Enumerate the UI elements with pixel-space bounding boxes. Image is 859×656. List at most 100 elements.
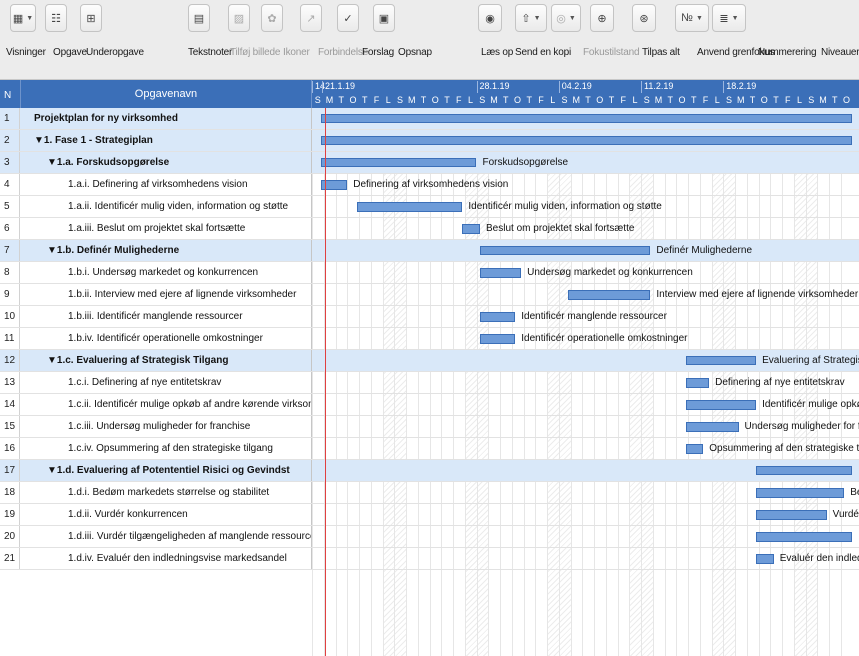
task-name[interactable]: 1.d.i. Bedøm markedets størrelse og stab… xyxy=(20,482,312,504)
connection-button[interactable]: ↗ xyxy=(300,4,322,32)
summary-task-row[interactable]: 17 ▼1.d. Evaluering af Potententiel Risic… xyxy=(0,460,859,482)
task-row[interactable]: 9 1.b.ii. Interview med ejere af lignende… xyxy=(0,284,859,306)
task-row[interactable]: 21 1.d.iv. Evaluér den indledningsvise ma… xyxy=(0,548,859,570)
task-bar[interactable] xyxy=(756,510,827,520)
task-row[interactable]: 11 1.b.iv. Identificér operationelle omko… xyxy=(0,328,859,350)
task-name[interactable]: 1.a.i. Definering af virksomhedens visio… xyxy=(20,174,312,196)
icons-button[interactable]: ✿ xyxy=(261,4,283,32)
task-name[interactable]: Projektplan for ny virksomhed xyxy=(20,108,312,130)
task-name[interactable]: 1.c.ii. Identificér mulige opkøb af andr… xyxy=(20,394,312,416)
day-label: T xyxy=(691,95,697,105)
task-bar[interactable] xyxy=(462,224,481,234)
summary-task-row[interactable]: 1 Projektplan for ny virksomhed xyxy=(0,108,859,130)
share-button[interactable]: ⇧ ▼ xyxy=(515,4,547,32)
day-label: L xyxy=(385,95,391,105)
task-name[interactable]: ▼1.d. Evaluering af Potententiel Risici … xyxy=(20,460,312,482)
fit-all-button[interactable]: ⊕ xyxy=(590,4,614,32)
row-number: 1 xyxy=(0,108,20,130)
row-number: 20 xyxy=(0,526,20,548)
task-row[interactable]: 5 1.a.ii. Identificér mulig viden, inform… xyxy=(0,196,859,218)
row-number: 15 xyxy=(0,416,20,438)
task-row[interactable]: 13 1.c.i. Definering af nye entitetskrav D… xyxy=(0,372,859,394)
row-number: 8 xyxy=(0,262,20,284)
task-row[interactable]: 20 1.d.iii. Vurdér tilgængeligheden af ma… xyxy=(0,526,859,548)
fit-all-icon-glyph: ⊕ xyxy=(597,12,607,25)
toolbar-label: Forbindelse xyxy=(318,47,369,58)
task-name[interactable]: 1.b.iii. Identificér manglende ressource… xyxy=(20,306,312,328)
summary-bar[interactable] xyxy=(480,246,651,255)
summary-bar[interactable] xyxy=(756,466,853,475)
speak-button[interactable]: ◉ xyxy=(478,4,502,32)
summary-bar[interactable] xyxy=(321,158,477,167)
day-label: L xyxy=(714,95,720,105)
task-bar[interactable] xyxy=(685,378,710,388)
day-label: L xyxy=(796,95,802,105)
task-name[interactable]: ▼1. Fase 1 - Strategiplan xyxy=(20,130,312,152)
task-row[interactable]: 6 1.a.iii. Beslut om projektet skal forts… xyxy=(0,218,859,240)
summary-task-row[interactable]: 2 ▼1. Fase 1 - Strategiplan xyxy=(0,130,859,152)
toolbar-label: Nummerering xyxy=(758,47,817,58)
task-row[interactable]: 14 1.c.ii. Identificér mulige opkøb af an… xyxy=(0,394,859,416)
today-line xyxy=(325,108,326,656)
task-row[interactable]: 18 1.d.i. Bedøm markedets størrelse og st… xyxy=(0,482,859,504)
toolbar-label: Tilføj billede xyxy=(230,47,281,58)
task-row[interactable]: 4 1.a.i. Definering af virksomhedens visi… xyxy=(0,174,859,196)
subtask-button[interactable]: ⊞ xyxy=(80,4,102,32)
task-bar[interactable] xyxy=(685,444,704,454)
task-name[interactable]: 1.d.iv. Evaluér den indledningsvise mark… xyxy=(20,548,312,570)
week-label: 04.2.19 xyxy=(558,81,592,93)
task-row[interactable]: 16 1.c.iv. Opsummering af den strategiske… xyxy=(0,438,859,460)
task-bar[interactable] xyxy=(480,312,516,322)
chevron-down-icon: ▼ xyxy=(731,14,739,22)
task-bar[interactable] xyxy=(685,422,739,432)
task-name[interactable]: ▼1.b. Definér Mulighederne xyxy=(20,240,312,262)
task-name[interactable]: 1.c.i. Definering af nye entitetskrav xyxy=(20,372,312,394)
image-button[interactable]: ▨ xyxy=(228,4,250,32)
task-name[interactable]: ▼1.a. Forskudsopgørelse xyxy=(20,152,312,174)
task-row[interactable]: 191.d.ii. Vurdér konkurrencen Vurdér k xyxy=(0,504,859,526)
task-name[interactable]: 1.a.iii. Beslut om projektet skal fortsæ… xyxy=(20,218,312,240)
task-name[interactable]: 1.c.iii. Undersøg muligheder for franchi… xyxy=(20,416,312,438)
task-bar[interactable] xyxy=(480,334,516,344)
summary-bar[interactable] xyxy=(685,356,757,365)
focus-button[interactable]: ◎ ▼ xyxy=(551,4,581,32)
task-button[interactable]: ☷ xyxy=(45,4,67,32)
task-name[interactable]: ▼1.c. Evaluering af Strategisk Tilgang xyxy=(20,350,312,372)
summary-task-row[interactable]: 12 ▼1.c. Evaluering af Strategisk Tilgang… xyxy=(0,350,859,372)
numbering-button[interactable]: № ▼ xyxy=(675,4,709,32)
task-row[interactable]: 10 1.b.iii. Identificér manglende ressour… xyxy=(0,306,859,328)
summary-bar[interactable] xyxy=(321,114,853,123)
branch-focus-button[interactable]: ⊛ xyxy=(632,4,656,32)
task-name[interactable]: 1.d.iii. Vurdér tilgængeligheden af mang… xyxy=(20,526,312,548)
task-name[interactable]: 1.b.ii. Interview med ejere af lignende … xyxy=(20,284,312,306)
task-row[interactable]: 8 1.b.i. Undersøg markedet og konkurrence… xyxy=(0,262,859,284)
task-name[interactable]: 1.a.ii. Identificér mulig viden, informa… xyxy=(20,196,312,218)
task-name[interactable]: 1.b.i. Undersøg markedet og konkurrencen xyxy=(20,262,312,284)
summary-task-row[interactable]: 7 ▼1.b. Definér Mulighederne Definér Mulig… xyxy=(0,240,859,262)
views-button[interactable]: ▦ ▼ xyxy=(10,4,36,32)
task-bar[interactable] xyxy=(685,400,757,410)
task-bar[interactable] xyxy=(756,532,853,542)
summary-task-row[interactable]: 3 ▼1.a. Forskudsopgørelse Forskudsopgørels… xyxy=(0,152,859,174)
task-bar[interactable] xyxy=(568,290,651,300)
column-header-number[interactable]: N xyxy=(0,80,20,108)
task-row[interactable]: 15 1.c.iii. Undersøg muligheder for franc… xyxy=(0,416,859,438)
task-bar[interactable] xyxy=(356,202,463,212)
task-name[interactable]: 1.b.iv. Identificér operationelle omkost… xyxy=(20,328,312,350)
task-bar[interactable] xyxy=(756,554,774,564)
summary-bar[interactable] xyxy=(321,136,853,145)
day-label: L xyxy=(550,95,556,105)
levels-button[interactable]: ≣ ▼ xyxy=(712,4,746,32)
task-bar-label: Evaluér den indledning xyxy=(779,553,859,564)
gantt-grid: N Opgavenavn 14. 21.1.19 28.1.19 04.2.19 11.… xyxy=(0,80,859,656)
clip-button[interactable]: ▣ xyxy=(373,4,395,32)
task-name[interactable]: 1.d.ii. Vurdér konkurrencen xyxy=(20,504,312,526)
toolbar-label: Visninger xyxy=(6,47,46,58)
column-header-task-name[interactable]: Opgavenavn xyxy=(20,80,312,108)
task-name[interactable]: 1.c.iv. Opsummering af den strategiske t… xyxy=(20,438,312,460)
day-label: M xyxy=(490,95,498,105)
task-bar[interactable] xyxy=(756,488,845,498)
text-note-button[interactable]: ▤ xyxy=(188,4,210,32)
task-bar[interactable] xyxy=(480,268,522,278)
spellcheck-button[interactable]: ✓ xyxy=(337,4,359,32)
